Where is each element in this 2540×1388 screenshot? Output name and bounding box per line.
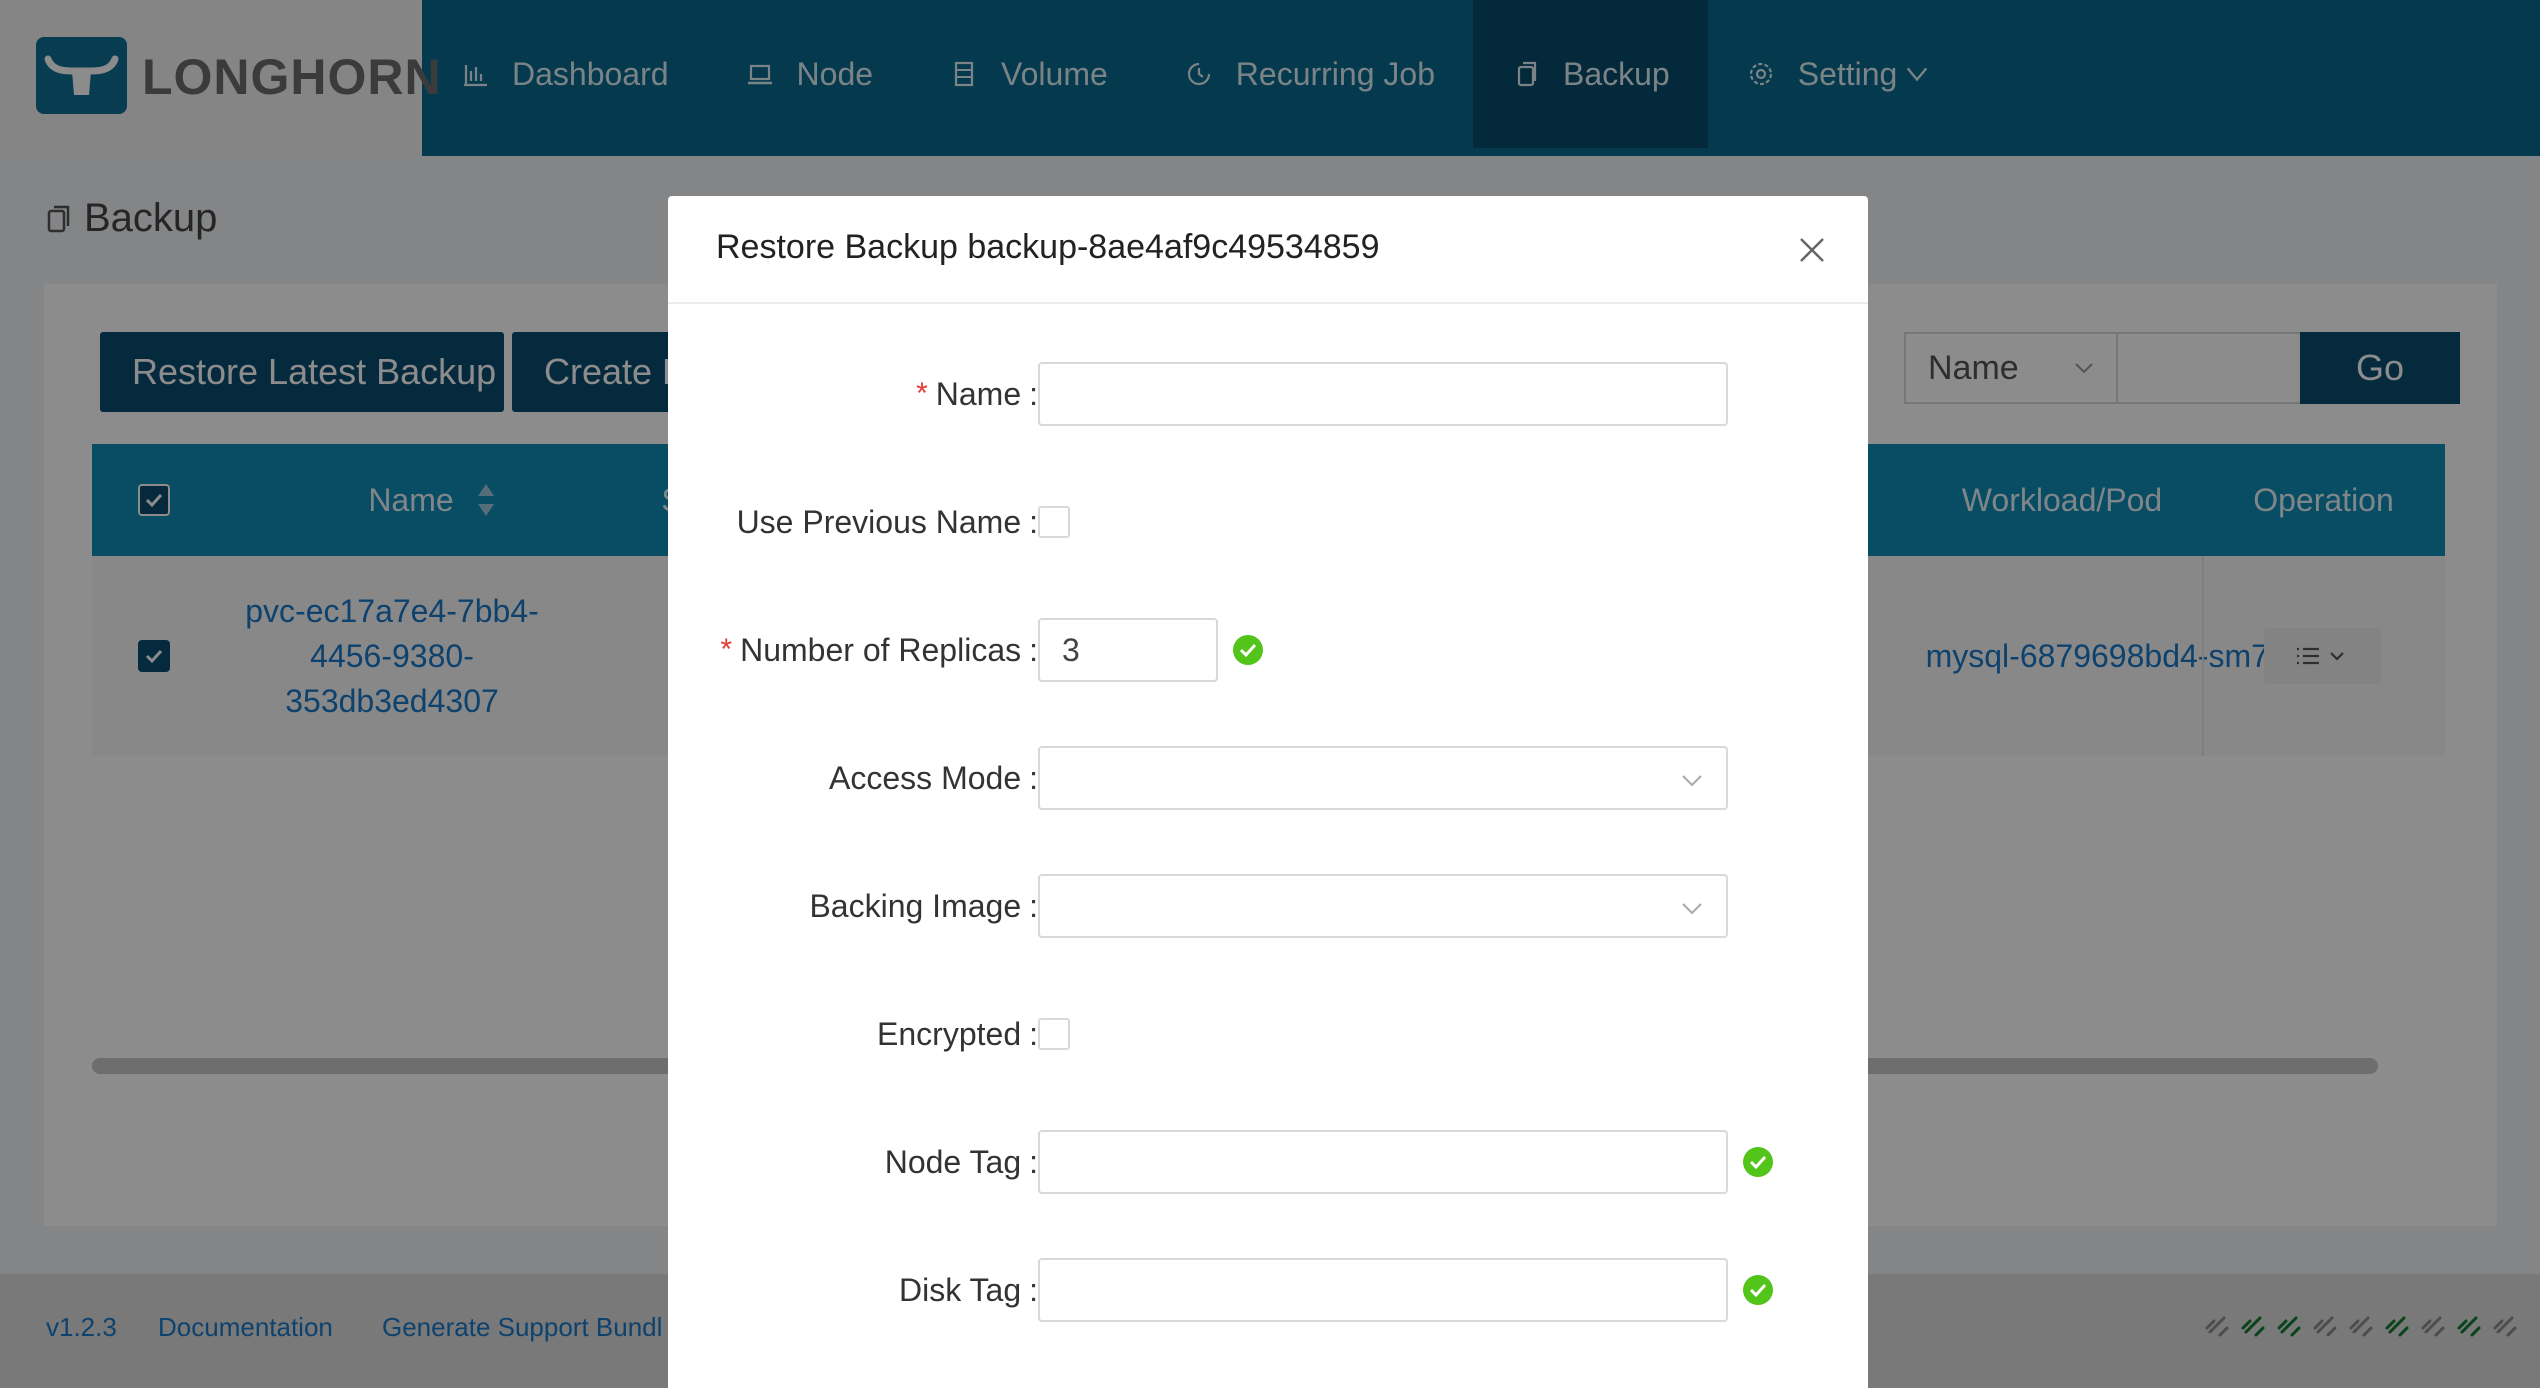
check-circle-icon [1743,1147,1773,1177]
label-colon: : [1029,759,1038,796]
chevron-down-icon [1682,775,1702,787]
modal-header: Restore Backup backup-8ae4af9c49534859 [668,196,1868,304]
disk-tag-label: Disk Tag : [899,1258,1038,1322]
form-row-disk-tag: Disk Tag : [668,1258,1868,1322]
required-mark: * [720,633,733,666]
replicas-label-text: Number of Replicas [740,631,1022,668]
node-tag-select[interactable] [1038,1130,1728,1194]
label-colon: : [1029,503,1038,540]
disk-tag-select[interactable] [1038,1258,1728,1322]
form-row-name: * Name : [668,362,1868,426]
check-circle-icon [1233,635,1263,665]
name-input[interactable] [1038,362,1728,426]
use-previous-name-label: Use Previous Name : [737,490,1038,554]
backing-image-label-text: Backing Image [809,887,1022,924]
backing-image-label: Backing Image : [809,874,1038,938]
replicas-label: * Number of Replicas : [720,618,1038,682]
close-icon[interactable] [1796,234,1828,266]
use-previous-name-label-text: Use Previous Name [736,503,1022,540]
name-label: * Name : [916,362,1038,426]
required-mark: * [916,377,928,410]
form-row-replicas: * Number of Replicas : 3 [668,618,1868,682]
replicas-input[interactable]: 3 [1038,618,1218,682]
encrypted-checkbox[interactable] [1038,1018,1070,1050]
access-mode-label-text: Access Mode [829,759,1022,796]
form-row-node-tag: Node Tag : [668,1130,1868,1194]
label-colon: : [1029,1143,1038,1180]
form-row-use-previous-name: Use Previous Name : [668,490,1868,554]
label-colon: : [1029,631,1038,668]
label-colon: : [1029,1015,1038,1052]
label-colon: : [1029,887,1038,924]
encrypted-label-text: Encrypted [877,1015,1022,1052]
node-tag-label-text: Node Tag [884,1143,1022,1180]
form-row-access-mode: Access Mode : [668,746,1868,810]
chevron-down-icon [1682,903,1702,915]
use-previous-name-checkbox[interactable] [1038,506,1070,538]
form-row-backing-image: Backing Image : [668,874,1868,938]
label-colon: : [1029,375,1038,412]
node-tag-label: Node Tag : [885,1130,1038,1194]
restore-backup-modal: Restore Backup backup-8ae4af9c49534859 *… [668,196,1868,1388]
label-colon: : [1029,1271,1038,1308]
form-row-encrypted: Encrypted : [668,1002,1868,1066]
access-mode-select[interactable] [1038,746,1728,810]
backing-image-select[interactable] [1038,874,1728,938]
name-label-text: Name [935,375,1022,412]
check-circle-icon [1743,1275,1773,1305]
disk-tag-label-text: Disk Tag [898,1271,1022,1308]
modal-title: Restore Backup backup-8ae4af9c49534859 [716,228,1380,266]
access-mode-label: Access Mode : [829,746,1038,810]
encrypted-label: Encrypted : [877,1002,1038,1066]
